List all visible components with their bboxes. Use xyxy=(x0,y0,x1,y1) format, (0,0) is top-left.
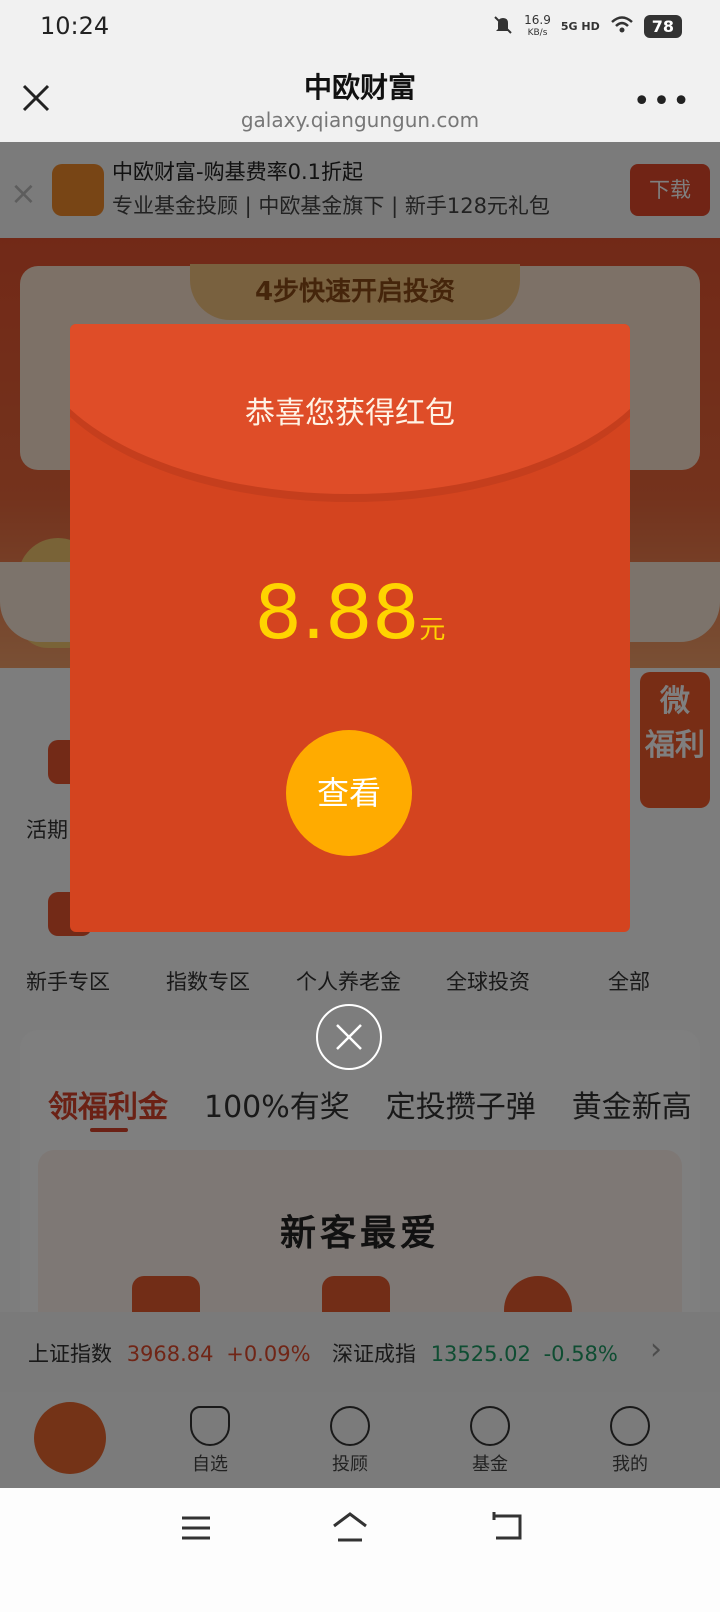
more-icon[interactable]: ••• xyxy=(633,84,692,119)
signal-icon: 5G HD xyxy=(560,20,600,33)
page-title: 中欧财富 xyxy=(303,71,416,104)
red-packet-modal: 恭喜您获得红包 8.88元 查看 xyxy=(70,324,630,932)
status-time: 10:24 xyxy=(40,12,110,40)
system-nav-bar xyxy=(0,1488,720,1612)
back-icon[interactable] xyxy=(490,1510,524,1548)
packet-amount: 8.88元 xyxy=(70,570,630,656)
wifi-icon xyxy=(610,15,634,38)
mute-icon xyxy=(492,14,514,39)
amount-unit: 元 xyxy=(419,615,446,645)
modal-close-icon[interactable] xyxy=(316,1004,382,1070)
status-icons: 16.9 KB/s 5G HD 78 xyxy=(492,14,682,39)
battery-icon: 78 xyxy=(643,15,682,38)
net-speed: 16.9 KB/s xyxy=(524,12,551,38)
amount-value: 8.88 xyxy=(254,570,420,656)
packet-title: 恭喜您获得红包 xyxy=(245,396,455,431)
page-url: galaxy.qiangungun.com xyxy=(240,108,480,132)
view-button[interactable]: 查看 xyxy=(286,730,412,856)
home-icon[interactable] xyxy=(330,1510,370,1548)
menu-icon[interactable] xyxy=(180,1514,212,1546)
